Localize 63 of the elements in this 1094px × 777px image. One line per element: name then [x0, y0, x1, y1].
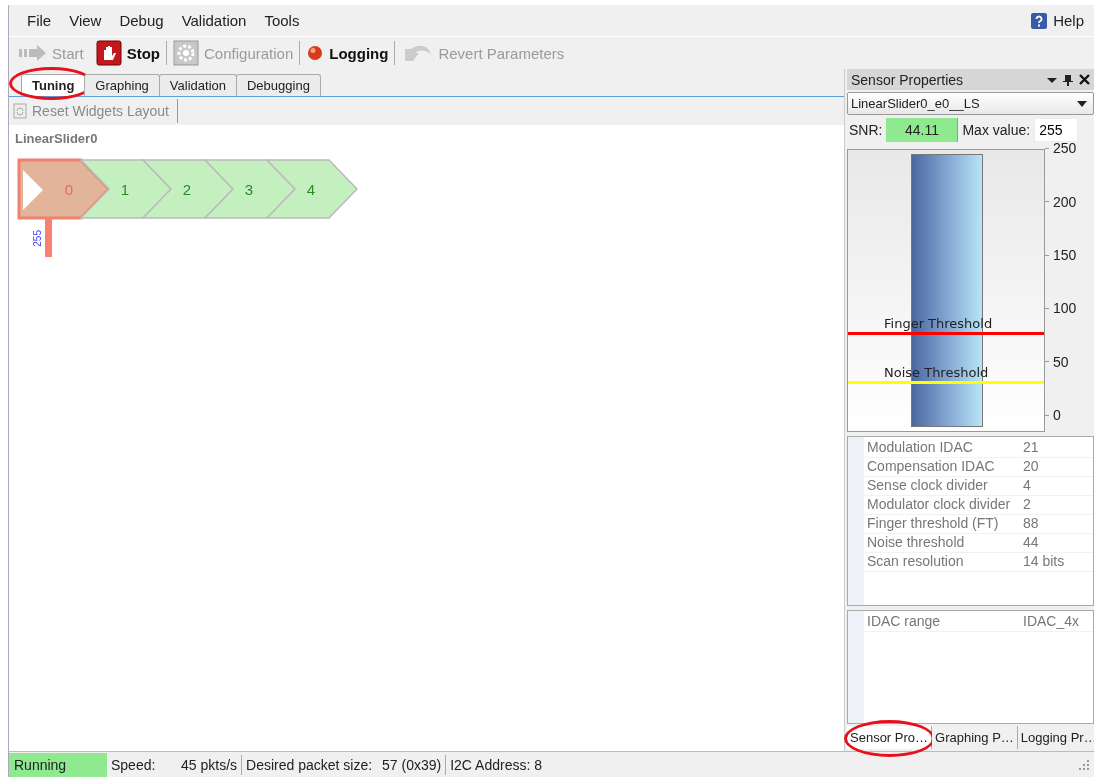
scale-label: 0 — [1045, 407, 1094, 424]
scale-label: 50 — [1045, 353, 1094, 370]
position-reading: 255 — [32, 230, 43, 247]
snr-value: 44.11 — [886, 117, 959, 142]
property-name: Scan resolution — [866, 553, 965, 572]
widget-title: LinearSlider0 — [15, 131, 98, 146]
help-icon — [1031, 12, 1048, 29]
caret-icon — [1077, 100, 1087, 107]
dropdown-caret-icon[interactable] — [1047, 75, 1057, 84]
resize-grip-icon[interactable] — [1078, 758, 1090, 771]
position-pin — [45, 219, 52, 257]
property-value: 2 — [1022, 496, 1032, 515]
speed-label: Speed: — [110, 756, 157, 773]
status-state: Running — [9, 752, 107, 777]
tab[interactable]: Sensor Pro… — [847, 725, 933, 749]
property-name: Noise threshold — [866, 534, 966, 553]
property-value: 4 — [1022, 477, 1032, 496]
toolbar-button[interactable]: Logging — [300, 39, 395, 67]
pin-icon[interactable] — [1063, 73, 1073, 86]
property-value: 14 bits — [1022, 553, 1066, 572]
tab[interactable]: Tuning — [21, 74, 86, 96]
toolbar-button[interactable]: Stop — [89, 39, 166, 67]
position-marker-icon — [23, 170, 43, 210]
tab[interactable]: Graphing P… — [932, 725, 1018, 749]
property-name: Modulator clock divider — [866, 496, 1012, 515]
property-name: Finger threshold (FT) — [866, 515, 1000, 534]
packet-size-label: Desired packet size: — [245, 756, 374, 773]
property-name: Compensation IDAC — [866, 458, 996, 477]
snr-label: SNR: — [849, 121, 883, 138]
record-dot-icon — [306, 44, 325, 62]
menu-item[interactable]: File — [19, 12, 62, 29]
scale-label: 100 — [1045, 300, 1094, 317]
property-value: 20 — [1022, 458, 1040, 477]
scale-label: 150 — [1045, 247, 1094, 264]
sensor-dropdown[interactable]: LinearSlider0_e0__LS — [847, 92, 1094, 116]
help-menu-item[interactable]: Help — [1053, 12, 1084, 29]
scale-label: 200 — [1045, 193, 1094, 210]
menu-item[interactable]: Validation — [173, 12, 257, 29]
refresh-icon — [13, 103, 27, 119]
scale-label: 250 — [1045, 140, 1094, 157]
property-value: 44 — [1022, 534, 1040, 553]
gear-icon — [173, 40, 199, 66]
property-value: 88 — [1022, 515, 1040, 534]
tab[interactable]: Validation — [158, 74, 237, 96]
address-status: I2C Address: 8 — [449, 756, 543, 773]
property-name: IDAC range — [866, 613, 942, 632]
menu-item[interactable]: View — [61, 12, 112, 29]
max-value-label: Max value: — [962, 121, 1031, 138]
max-value-field[interactable]: 255 — [1034, 117, 1079, 142]
property-value: 21 — [1022, 439, 1040, 458]
close-icon[interactable] — [1079, 74, 1090, 86]
tab[interactable]: Debugging — [236, 74, 321, 96]
speed-value: 45 pkts/s — [180, 756, 239, 773]
property-name: Modulation IDAC — [866, 439, 974, 458]
hand-icon — [95, 40, 122, 66]
arrow-icon — [19, 44, 47, 62]
menu-item[interactable]: Debug — [111, 12, 174, 29]
property-name: Sense clock divider — [866, 477, 989, 496]
packet-size-value: 57 (0x39) — [381, 756, 443, 773]
menu-item[interactable]: Tools — [256, 12, 310, 29]
panel-title: Sensor Properties — [851, 71, 965, 88]
property-value: IDAC_4x — [1022, 613, 1081, 632]
tab[interactable]: Graphing — [84, 74, 160, 96]
